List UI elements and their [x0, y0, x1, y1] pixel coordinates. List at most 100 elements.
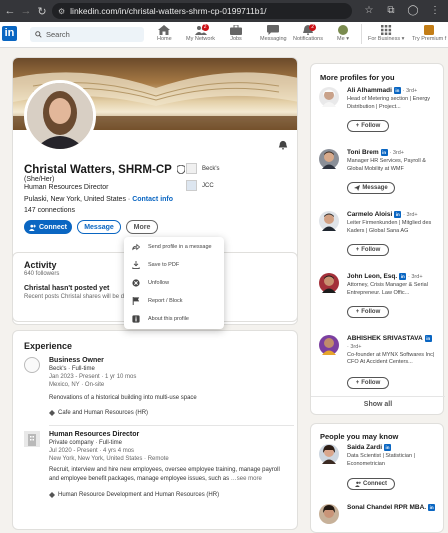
add-person-icon [355, 481, 361, 487]
suggested-profile: Ali Alhammadi in · 3rd+ Head of Metering … [319, 87, 441, 139]
nav-messaging[interactable]: Messaging [260, 25, 287, 42]
profile-location-line: Pulaski, New York, United States · Conta… [24, 196, 174, 203]
premium-icon [423, 25, 435, 35]
follow-button[interactable]: + Follow [347, 306, 389, 318]
verified-shield-icon[interactable] [176, 165, 185, 175]
profile-name[interactable]: Sonal Chandel RPR MBA. [347, 504, 426, 511]
connect-button[interactable]: Connect [24, 220, 72, 234]
nav-jobs[interactable]: Jobs [230, 25, 242, 42]
message-button[interactable]: Message [77, 220, 121, 234]
follow-button[interactable]: + Follow [347, 377, 389, 389]
profile-name[interactable]: Toni Brem [347, 149, 379, 156]
profile-description: Data Scientist | Statistician | Economet… [347, 453, 415, 467]
linkedin-badge-icon: in [399, 273, 407, 280]
more-profiles-card: More profiles for you Ali Alhammadi in · … [310, 63, 445, 415]
search-placeholder: Search [46, 30, 70, 39]
activity-title: Activity [24, 260, 57, 270]
reload-icon[interactable]: ↻ [34, 5, 50, 18]
me-avatar [337, 25, 349, 35]
send-icon [354, 185, 361, 191]
linkedin-badge-icon: in [428, 504, 436, 511]
jcc-logo [186, 180, 197, 191]
menu-send-profile[interactable]: Send profile in a message [124, 238, 224, 256]
bell-icon: 2 [302, 24, 316, 35]
more-dropdown-menu: Send profile in a message Save to PDF Un… [124, 237, 224, 329]
profile-pronouns: (She/Her) [24, 176, 55, 183]
experience-dates: Jul 2020 - Present · 4 yrs 4 mos [49, 448, 135, 454]
show-all-button[interactable]: Show all [311, 401, 445, 408]
notifications-badge: 2 [309, 24, 316, 31]
profile-name[interactable]: Ali Alhammadi [347, 87, 392, 94]
suggested-profile: Saida Zardi in Data Scientist | Statistic… [319, 444, 441, 494]
profile-photo[interactable] [24, 80, 96, 152]
skill-diamond-icon [49, 492, 55, 498]
nav-home[interactable]: Home [157, 25, 172, 42]
linkedin-logo[interactable]: in [2, 26, 17, 41]
connect-profile-button[interactable]: Connect [347, 478, 395, 490]
follow-button[interactable]: + Follow [347, 244, 389, 256]
address-bar[interactable]: ⚙ linkedin.com/in/christal-watters-shrm-… [52, 3, 352, 19]
company-jcc[interactable]: JCC [186, 180, 214, 191]
search-input[interactable]: Search [30, 27, 144, 42]
suggested-profile: John Leon, Esq. in · 3rd+ Attorney, Crisi… [319, 273, 441, 325]
plus-icon: + [355, 380, 360, 386]
back-icon[interactable]: ← [2, 5, 18, 17]
nav-me[interactable]: Me ▾ [337, 25, 349, 42]
see-more-link[interactable]: …see more [230, 475, 262, 482]
plus-icon: + [355, 247, 360, 253]
company-becks[interactable]: Beck's [186, 163, 219, 174]
menu-about-profile[interactable]: About this profile [124, 310, 224, 328]
avatar[interactable] [319, 273, 339, 293]
avatar[interactable] [319, 504, 339, 524]
connections-count[interactable]: 147 connections [24, 207, 75, 214]
becks-logo [186, 163, 197, 174]
contact-info-link[interactable]: Contact info [132, 196, 173, 203]
profile-name[interactable]: Carmelo Aloisi [347, 211, 392, 218]
suggested-profile: Sonal Chandel RPR MBA. in [319, 504, 441, 526]
menu-unfollow[interactable]: Unfollow [124, 274, 224, 292]
linkedin-badge-icon: in [380, 149, 388, 156]
skill-diamond-icon [49, 410, 55, 416]
experience-title: Experience [24, 341, 73, 351]
profile-name[interactable]: John Leon, Esq. [347, 273, 397, 280]
menu-dots-icon[interactable]: ⋮ [428, 4, 442, 18]
avatar[interactable] [319, 444, 339, 464]
download-icon [132, 261, 140, 269]
nav-for-business[interactable]: For Business ▾ [368, 25, 404, 42]
menu-save-pdf[interactable]: Save to PDF [124, 256, 224, 274]
search-icon [35, 31, 42, 38]
people-you-may-know-card: People you may know Saida Zardi in Data S… [310, 423, 444, 533]
avatar[interactable] [319, 211, 339, 231]
extensions-icon[interactable]: ⧉ [384, 4, 398, 18]
message-profile-button[interactable]: Message [347, 182, 395, 194]
linkedin-badge-icon: in [394, 211, 402, 218]
nav-notifications[interactable]: 2 Notifications [293, 24, 323, 42]
nav-try-premium[interactable]: Try Premium f [412, 25, 446, 42]
suggested-profile: Toni Brem in · 3rd+ Manager HR Services, … [319, 149, 441, 201]
follow-button[interactable]: + Follow [347, 120, 389, 132]
profile-icon[interactable]: ◯ [406, 4, 420, 18]
experience-company: Beck's · Full-time [49, 366, 95, 372]
connection-degree: · 3rd+ [403, 212, 418, 219]
more-button[interactable]: More [126, 220, 158, 234]
messaging-icon [267, 25, 280, 35]
avatar[interactable] [319, 87, 339, 107]
experience-divider [49, 425, 294, 426]
becks-company-logo[interactable] [24, 357, 40, 373]
bell-notify-icon[interactable] [278, 140, 288, 150]
nav-my-network[interactable]: 2 My Network [186, 24, 215, 42]
avatar[interactable] [319, 335, 339, 355]
site-info-icon[interactable]: ⚙ [58, 7, 65, 16]
profile-name[interactable]: ABHISHEK SRIVASTAVA [347, 335, 423, 342]
profile-name[interactable]: Saida Zardi [347, 444, 382, 451]
grid-icon [380, 25, 392, 35]
pymk-title: People you may know [320, 432, 399, 441]
experience-description: Renovations of a historical building int… [49, 395, 197, 401]
company-placeholder-logo[interactable] [24, 431, 40, 447]
bookmark-star-icon[interactable]: ☆ [362, 4, 376, 18]
menu-report-block[interactable]: Report / Block [124, 292, 224, 310]
avatar[interactable] [319, 149, 339, 169]
profile-description: Leiter Firmenkunden | Mitglied des Kader… [347, 220, 432, 234]
linkedin-badge-icon: in [393, 87, 401, 94]
forward-icon[interactable]: → [18, 5, 34, 17]
